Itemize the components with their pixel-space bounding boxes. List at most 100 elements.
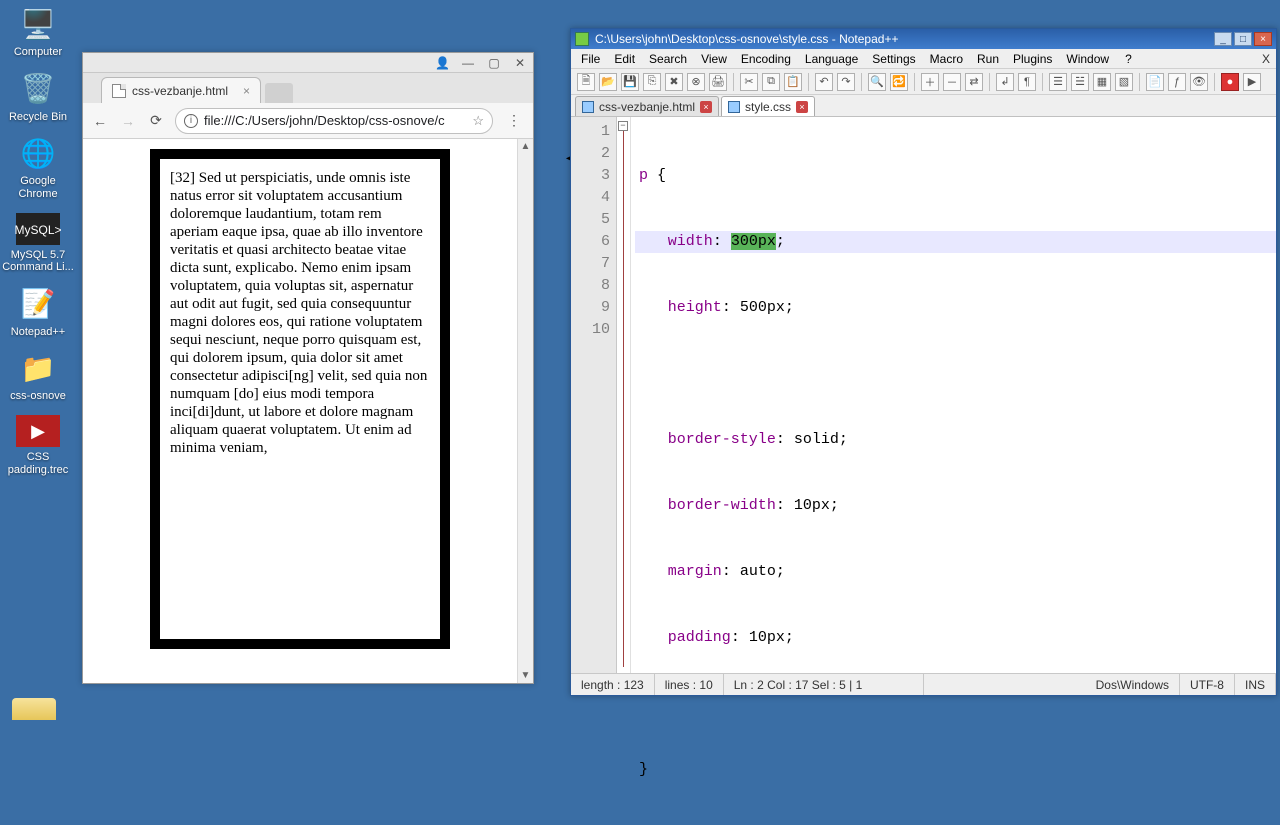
recycle-bin-icon: 🗑️: [18, 71, 58, 107]
page-body: [32] Sed ut perspiciatis, unde omnis ist…: [83, 139, 517, 683]
site-info-icon[interactable]: i: [184, 114, 198, 128]
icon-google-chrome[interactable]: 🌐 Google Chrome: [0, 129, 76, 206]
sync-scroll-icon[interactable]: ⇄: [965, 73, 983, 91]
wordwrap-icon[interactable]: ↲: [996, 73, 1014, 91]
zoom-out-icon[interactable]: －: [943, 73, 961, 91]
menu-plugins[interactable]: Plugins: [1007, 51, 1058, 67]
forward-button[interactable]: →: [119, 113, 137, 129]
record-macro-icon[interactable]: ●: [1221, 73, 1239, 91]
npp-titlebar[interactable]: C:\Users\john\Desktop\css-osnove\style.c…: [571, 29, 1276, 49]
code-area[interactable]: p { width: 300px; height: 500px; border-…: [631, 117, 1276, 673]
desktop-icons: 🖥️ Computer 🗑️ Recycle Bin 🌐 Google Chro…: [0, 0, 80, 482]
tab-close-icon[interactable]: ×: [796, 101, 808, 113]
menu-search[interactable]: Search: [643, 51, 693, 67]
replace-icon[interactable]: 🔁: [890, 73, 908, 91]
icon-css-padding-trec[interactable]: ▶ CSS padding.trec: [0, 409, 76, 482]
paste-icon[interactable]: 📋: [784, 73, 802, 91]
open-file-icon[interactable]: 📂: [599, 73, 617, 91]
menu-view[interactable]: View: [695, 51, 733, 67]
indent-icon[interactable]: ☰: [1049, 73, 1067, 91]
save-all-icon[interactable]: ⎘: [643, 73, 661, 91]
tab-label: css-vezbanje.html: [599, 100, 695, 114]
chrome-titlebar: 👤 — ▢ ✕: [83, 53, 533, 73]
npp-tab-css-vezbanje[interactable]: css-vezbanje.html ×: [575, 96, 719, 116]
outdent-icon[interactable]: ☱: [1071, 73, 1089, 91]
tab-label: style.css: [745, 100, 791, 114]
reload-button[interactable]: ⟳: [147, 112, 165, 129]
close-doc-icon[interactable]: ✖: [665, 73, 683, 91]
print-icon[interactable]: 🖨: [709, 73, 727, 91]
menu-encoding[interactable]: Encoding: [735, 51, 797, 67]
menu-language[interactable]: Language: [799, 51, 864, 67]
chrome-viewport: [32] Sed ut perspiciatis, unde omnis ist…: [83, 139, 533, 683]
address-bar[interactable]: i file:///C:/Users/john/Desktop/css-osno…: [175, 108, 493, 134]
npp-minimize-button[interactable]: _: [1214, 32, 1232, 46]
icon-recycle-bin[interactable]: 🗑️ Recycle Bin: [0, 65, 76, 130]
chrome-toolbar: ← → ⟳ i file:///C:/Users/john/Desktop/cs…: [83, 103, 533, 139]
tab-close-icon[interactable]: ×: [700, 101, 712, 113]
icon-notepadpp[interactable]: 📝 Notepad++: [0, 280, 76, 345]
chrome-menu-button[interactable]: ⋮: [503, 112, 525, 129]
minimize-button[interactable]: —: [461, 56, 475, 70]
menu-macro[interactable]: Macro: [924, 51, 969, 67]
chrome-window: 👤 — ▢ ✕ css-vezbanje.html × ← → ⟳ i file…: [82, 52, 534, 684]
notepadpp-icon: 📝: [18, 286, 58, 322]
monitor-icon[interactable]: 👁: [1190, 73, 1208, 91]
menu-help[interactable]: ?: [1119, 51, 1138, 67]
folder-icon: 📁: [18, 350, 58, 386]
zoom-in-icon[interactable]: ＋: [921, 73, 939, 91]
scroll-up-icon[interactable]: ▲: [521, 141, 531, 152]
back-button[interactable]: ←: [91, 113, 109, 129]
copy-icon[interactable]: ⧉: [762, 73, 780, 91]
selected-text: 300px: [731, 233, 776, 250]
maximize-button[interactable]: ▢: [487, 56, 501, 70]
redo-icon[interactable]: ↷: [837, 73, 855, 91]
npp-editor[interactable]: 1 2 3 4 5 6 7 8 9 10 − p { width: 300px;…: [571, 117, 1276, 673]
menu-window[interactable]: Window: [1060, 51, 1115, 67]
play-macro-icon[interactable]: ▶: [1243, 73, 1261, 91]
new-tab-button[interactable]: [265, 83, 293, 103]
file-icon: [112, 84, 126, 98]
npp-menubar: File Edit Search View Encoding Language …: [571, 49, 1276, 69]
computer-icon: 🖥️: [18, 6, 58, 42]
menu-settings[interactable]: Settings: [866, 51, 921, 67]
chrome-active-tab[interactable]: css-vezbanje.html ×: [101, 77, 261, 103]
doc-map-icon[interactable]: 📄: [1146, 73, 1164, 91]
vertical-scrollbar[interactable]: ▲ ▼: [517, 139, 533, 683]
show-symbols-icon[interactable]: ¶: [1018, 73, 1036, 91]
menu-file[interactable]: File: [575, 51, 606, 67]
undo-icon[interactable]: ↶: [815, 73, 833, 91]
npp-doc-close[interactable]: X: [1256, 52, 1276, 66]
cut-icon[interactable]: ✂: [740, 73, 758, 91]
unfold-icon[interactable]: ▧: [1115, 73, 1133, 91]
save-icon[interactable]: 💾: [621, 73, 639, 91]
func-list-icon[interactable]: ƒ: [1168, 73, 1186, 91]
partial-folder-icon[interactable]: [12, 698, 56, 720]
video-file-icon: ▶: [16, 415, 60, 447]
url-text: file:///C:/Users/john/Desktop/css-osnove…: [204, 113, 466, 128]
icon-css-osnove-folder[interactable]: 📁 css-osnove: [0, 344, 76, 409]
file-icon: [728, 101, 740, 113]
notepadpp-window: C:\Users\john\Desktop\css-osnove\style.c…: [570, 28, 1277, 696]
new-file-icon[interactable]: 🗎: [577, 73, 595, 91]
npp-close-button[interactable]: ×: [1254, 32, 1272, 46]
menu-edit[interactable]: Edit: [608, 51, 641, 67]
npp-toolbar: 🗎 📂 💾 ⎘ ✖ ⊗ 🖨 ✂ ⧉ 📋 ↶ ↷ 🔍 🔁 ＋ － ⇄ ↲ ¶ ☰ …: [571, 69, 1276, 95]
close-all-icon[interactable]: ⊗: [687, 73, 705, 91]
fold-icon[interactable]: ▦: [1093, 73, 1111, 91]
fold-column[interactable]: −: [617, 117, 631, 673]
icon-computer[interactable]: 🖥️ Computer: [0, 0, 76, 65]
scroll-down-icon[interactable]: ▼: [521, 670, 531, 681]
bookmark-star-icon[interactable]: ☆: [472, 113, 484, 129]
close-button[interactable]: ✕: [513, 56, 527, 70]
npp-maximize-button[interactable]: □: [1234, 32, 1252, 46]
fold-toggle-icon[interactable]: −: [618, 121, 628, 131]
find-icon[interactable]: 🔍: [868, 73, 886, 91]
npp-tab-style-css[interactable]: style.css ×: [721, 96, 815, 116]
file-icon: [582, 101, 594, 113]
incognito-icon[interactable]: 👤: [435, 56, 449, 70]
tab-close-icon[interactable]: ×: [243, 84, 250, 98]
icon-mysql-cli[interactable]: MySQL> MySQL 5.7 Command Li...: [0, 207, 76, 280]
chrome-tabstrip: css-vezbanje.html ×: [83, 73, 533, 103]
menu-run[interactable]: Run: [971, 51, 1005, 67]
